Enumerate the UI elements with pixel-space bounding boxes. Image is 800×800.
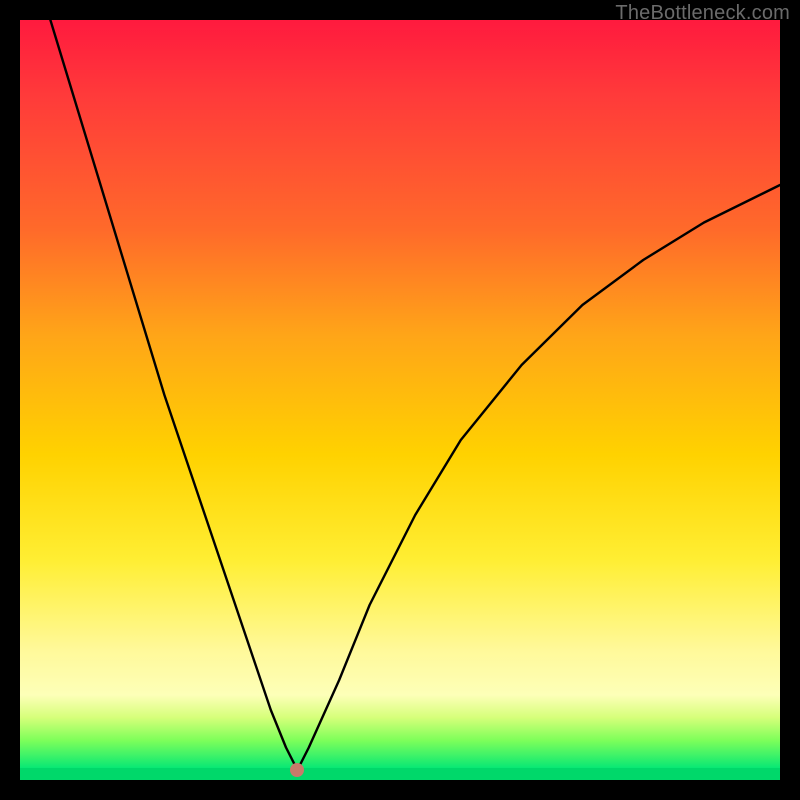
bottleneck-curve xyxy=(20,20,780,770)
optimal-point-marker xyxy=(290,763,304,777)
chart-frame xyxy=(20,20,780,780)
